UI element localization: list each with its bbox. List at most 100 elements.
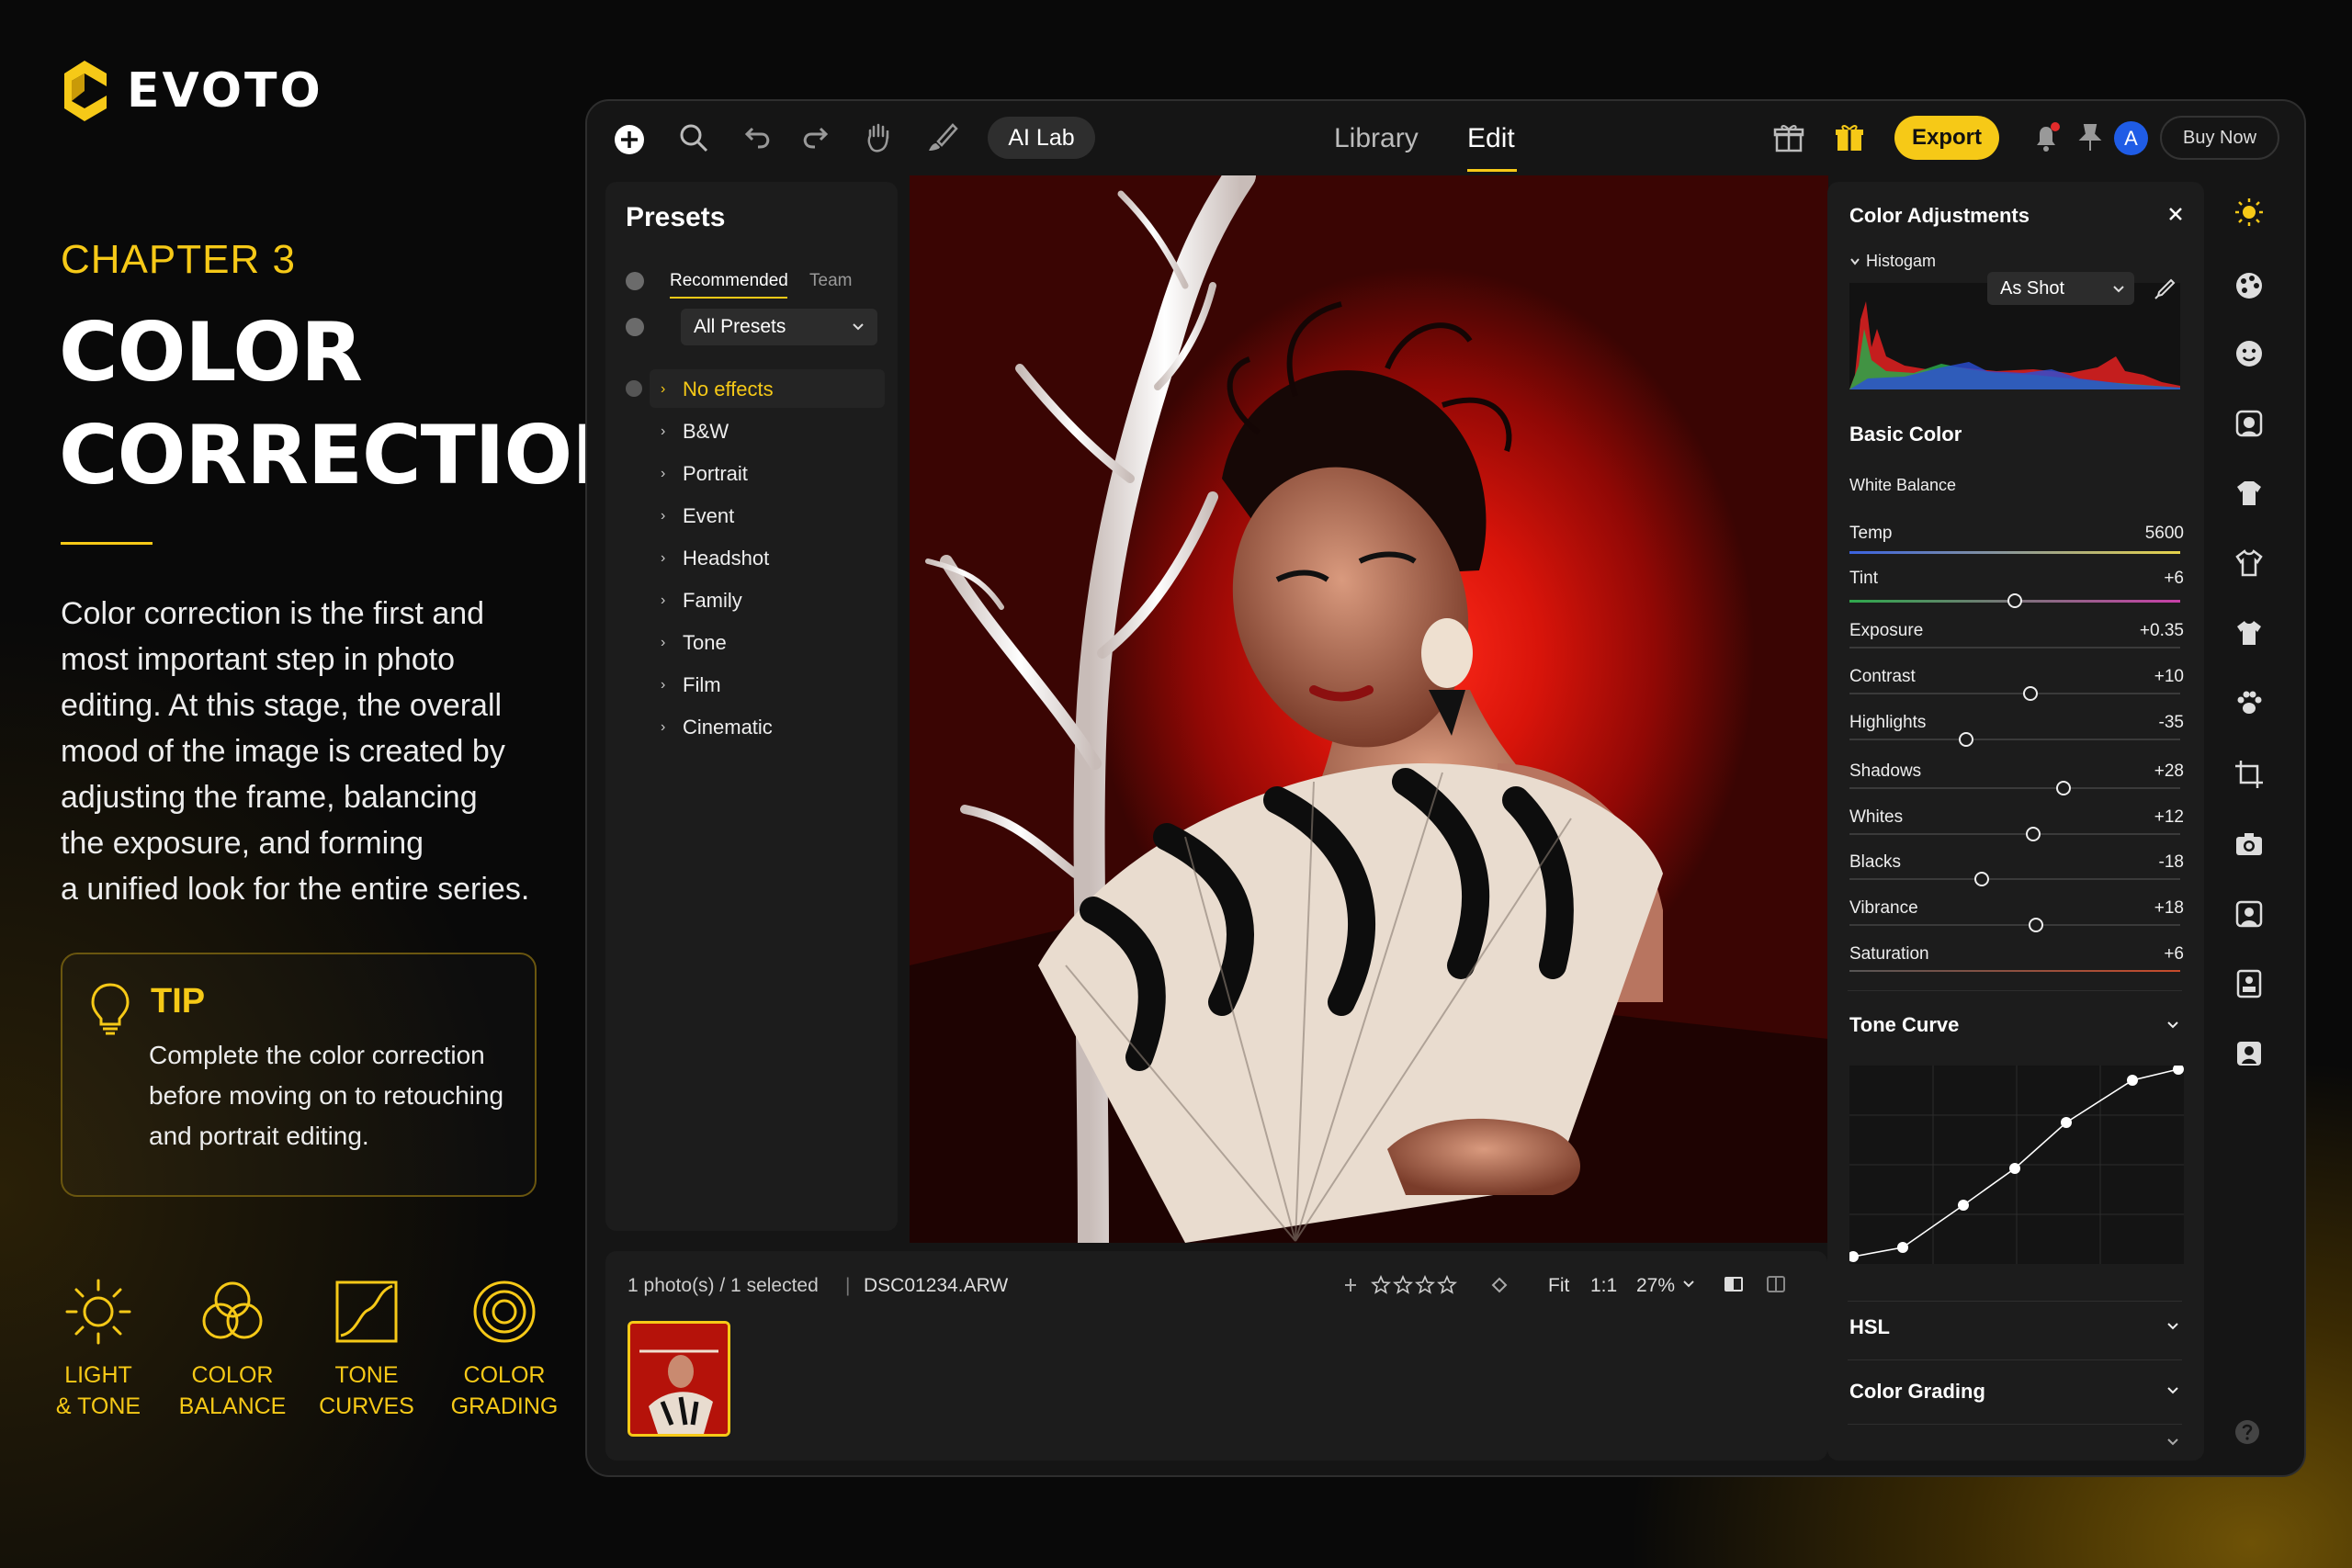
light-adjust-icon[interactable]	[2233, 197, 2265, 228]
chevron-down-icon[interactable]	[2165, 1020, 2180, 1031]
chevron-down-icon[interactable]	[1682, 1279, 1695, 1290]
tone-curve-graph[interactable]	[1849, 1066, 2184, 1264]
tone-curve-heading[interactable]: Tone Curve	[1849, 1013, 1959, 1037]
tab-team[interactable]: Team	[809, 271, 852, 291]
contrast-slider-knob[interactable]	[2023, 686, 2038, 701]
preset-item-film[interactable]: › Film	[661, 673, 721, 697]
tag-icon[interactable]	[1491, 1277, 1508, 1293]
buy-now-button[interactable]: Buy Now	[2160, 116, 2279, 160]
photo-thumbnail[interactable]	[628, 1321, 730, 1437]
chevron-down-icon[interactable]	[2165, 1321, 2180, 1332]
gift-icon[interactable]	[1772, 121, 1805, 154]
feature-label: COLOR	[463, 1362, 546, 1388]
preset-item-tone[interactable]: › Tone	[661, 631, 727, 655]
tab-recommended[interactable]: Recommended	[670, 271, 788, 291]
help-icon[interactable]	[2233, 1418, 2261, 1446]
actual-size-button[interactable]: 1:1	[1590, 1275, 1617, 1297]
preset-item-headshot[interactable]: › Headshot	[661, 547, 769, 570]
face-scan-icon[interactable]	[2233, 408, 2265, 439]
feature-color-grading: COLOR GRADING	[426, 1277, 582, 1422]
color-palette-icon[interactable]	[2233, 270, 2265, 301]
chevron-down-icon[interactable]	[2165, 1437, 2180, 1448]
star-rating[interactable]	[1371, 1275, 1472, 1295]
saturation-slider[interactable]	[1849, 970, 2180, 972]
white-balance-value: As Shot	[2000, 278, 2065, 299]
undo-icon[interactable]	[740, 121, 773, 154]
feature-tone-curves: TONE CURVES	[288, 1277, 445, 1422]
vibrance-slider[interactable]	[1849, 924, 2180, 926]
exposure-slider[interactable]	[1849, 647, 2180, 649]
pin-icon[interactable]	[2075, 121, 2103, 154]
avatar[interactable]: A	[2114, 121, 2148, 155]
tab-library[interactable]: Library	[1334, 123, 1419, 154]
presets-dropdown[interactable]: All Presets	[681, 309, 877, 345]
section-divider	[1848, 990, 2182, 991]
crop-icon[interactable]	[2233, 759, 2265, 790]
fit-button[interactable]: Fit	[1548, 1275, 1569, 1297]
page-title-line1: COLOR	[59, 305, 363, 400]
slider-value: -35	[2158, 713, 2184, 732]
close-icon[interactable]	[2167, 206, 2184, 222]
blacks-slider[interactable]	[1849, 878, 2180, 880]
tab-edit[interactable]: Edit	[1467, 123, 1515, 154]
export-button[interactable]: Export	[1894, 116, 1999, 160]
face-retouch-icon[interactable]	[2233, 338, 2265, 369]
preset-item-cinematic[interactable]: › Cinematic	[661, 716, 773, 739]
id-photo-icon[interactable]	[2233, 968, 2265, 999]
chevron-down-icon[interactable]	[2165, 1385, 2180, 1396]
zoom-select[interactable]: 27%	[1636, 1275, 1675, 1297]
garment-icon[interactable]	[2233, 617, 2265, 649]
whites-slider-knob[interactable]	[2026, 827, 2041, 841]
hand-tool-icon[interactable]	[863, 121, 896, 154]
split-view-icon[interactable]	[1765, 1273, 1787, 1295]
shadows-slider-knob[interactable]	[2056, 781, 2071, 795]
highlights-slider-knob[interactable]	[1959, 732, 1973, 747]
highlights-slider[interactable]	[1849, 739, 2180, 740]
eyedropper-icon[interactable]	[2153, 277, 2177, 301]
photo-count: 1 photo(s) / 1 selected	[628, 1275, 819, 1296]
gift-box-icon[interactable]	[1833, 121, 1866, 154]
chevron-down-icon	[2113, 286, 2124, 293]
pet-paw-icon[interactable]	[2233, 687, 2265, 718]
photo-canvas[interactable]	[910, 175, 1828, 1243]
portrait-frame-icon[interactable]	[2233, 1038, 2265, 1069]
chevron-down-icon	[853, 323, 864, 331]
app-window: AI Lab Library Edit Export A Buy Now Pre…	[585, 99, 2306, 1477]
ai-lab-button[interactable]: AI Lab	[988, 117, 1095, 159]
shadows-slider[interactable]	[1849, 787, 2180, 789]
chevron-down-icon[interactable]	[1849, 257, 1860, 266]
preset-item-family[interactable]: › Family	[661, 589, 742, 613]
preset-item-bw[interactable]: › B&W	[661, 420, 729, 444]
feature-label: TONE	[334, 1362, 399, 1388]
section-divider	[1848, 1424, 2182, 1425]
chevron-right-icon: ›	[661, 719, 666, 735]
slider-label: Shadows	[1849, 761, 1922, 781]
color-grading-heading[interactable]: Color Grading	[1849, 1380, 1985, 1404]
blacks-slider-knob[interactable]	[1974, 872, 1989, 886]
brush-icon[interactable]	[925, 121, 958, 154]
body-shape-icon[interactable]	[2233, 478, 2265, 509]
background-icon[interactable]	[2233, 898, 2265, 930]
camera-icon[interactable]	[2233, 829, 2265, 860]
tool-rail	[2206, 176, 2304, 1475]
notification-bell-icon[interactable]	[2030, 121, 2063, 154]
clothing-icon[interactable]	[2233, 547, 2265, 579]
search-icon[interactable]	[677, 121, 710, 154]
redo-icon[interactable]	[800, 121, 833, 154]
preset-item-no-effects[interactable]: › No effects	[661, 378, 774, 401]
preset-item-event[interactable]: › Event	[661, 504, 734, 528]
compare-view-icon[interactable]	[1723, 1273, 1745, 1295]
intro-line: a unified look for the entire series.	[61, 872, 530, 907]
whites-slider[interactable]	[1849, 833, 2180, 835]
tip-line: before moving on to retouching	[149, 1081, 504, 1110]
tint-slider-knob[interactable]	[2007, 593, 2022, 608]
vibrance-slider-knob[interactable]	[2029, 918, 2043, 932]
add-photo-icon[interactable]	[611, 121, 648, 158]
temp-slider[interactable]	[1849, 551, 2180, 554]
white-balance-select[interactable]: As Shot	[1987, 272, 2134, 305]
contrast-slider[interactable]	[1849, 693, 2180, 694]
hsl-heading[interactable]: HSL	[1849, 1315, 1890, 1339]
flag-icon[interactable]	[1342, 1277, 1359, 1293]
preset-item-portrait[interactable]: › Portrait	[661, 462, 748, 486]
intro-line: the exposure, and forming	[61, 826, 424, 861]
